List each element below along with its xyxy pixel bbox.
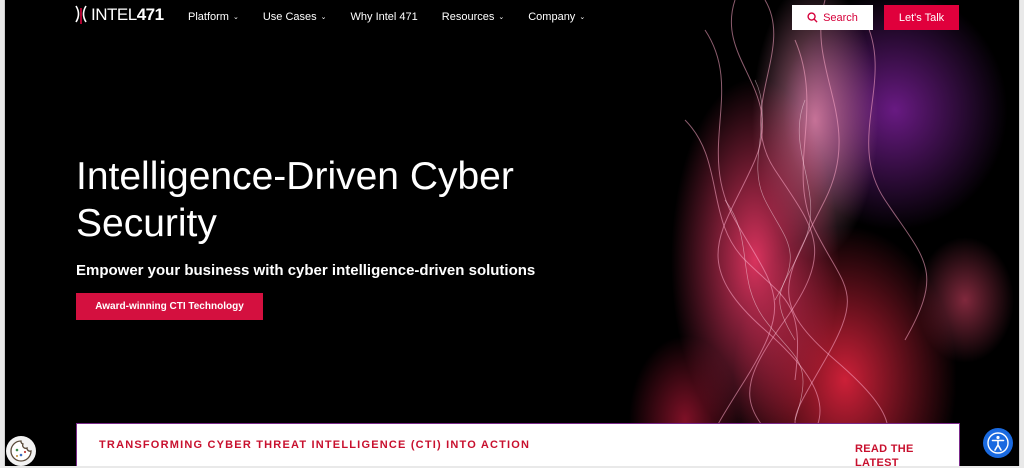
accessibility-icon (987, 432, 1009, 454)
nav-use-cases[interactable]: Use Cases ⌄ (263, 11, 327, 23)
page-frame: INTEL471 Platform ⌄ Use Cases ⌄ Why Intel … (4, 0, 1020, 466)
lets-talk-button[interactable]: Let's Talk (884, 5, 959, 30)
cookie-icon (10, 440, 32, 462)
award-winning-cti-button[interactable]: Award-winning CTI Technology (76, 293, 263, 320)
cti-panel: TRANSFORMING CYBER THREAT INTELLIGENCE (… (76, 423, 960, 466)
main-nav: Platform ⌄ Use Cases ⌄ Why Intel 471 Resou… (188, 11, 609, 23)
smoke-strands (684, 0, 928, 466)
nav-company[interactable]: Company ⌄ (528, 11, 585, 23)
read-the-latest-link[interactable]: READ THE LATEST (855, 442, 925, 466)
logo-wordmark: INTEL471 (91, 5, 164, 24)
hero-background-art (565, 0, 1019, 466)
panel-title: TRANSFORMING CYBER THREAT INTELLIGENCE (… (99, 439, 531, 451)
logo-mark-icon (75, 5, 87, 24)
chevron-down-icon: ⌄ (579, 14, 586, 21)
nav-platform[interactable]: Platform ⌄ (188, 11, 239, 23)
chevron-down-icon: ⌄ (498, 14, 505, 21)
nav-resources[interactable]: Resources ⌄ (442, 11, 504, 23)
intel471-logo[interactable]: INTEL471 (73, 4, 164, 26)
accessibility-button[interactable] (983, 428, 1013, 458)
hero-title: Intelligence-Driven Cyber Security (76, 155, 514, 245)
chevron-down-icon: ⌄ (232, 14, 239, 21)
nav-why-intel471[interactable]: Why Intel 471 (351, 11, 418, 23)
cookie-settings-button[interactable] (6, 436, 36, 466)
hero-subtitle: Empower your business with cyber intelli… (76, 262, 536, 279)
search-button[interactable]: Search (792, 5, 873, 30)
chevron-down-icon: ⌄ (320, 14, 327, 21)
search-icon (807, 12, 818, 23)
